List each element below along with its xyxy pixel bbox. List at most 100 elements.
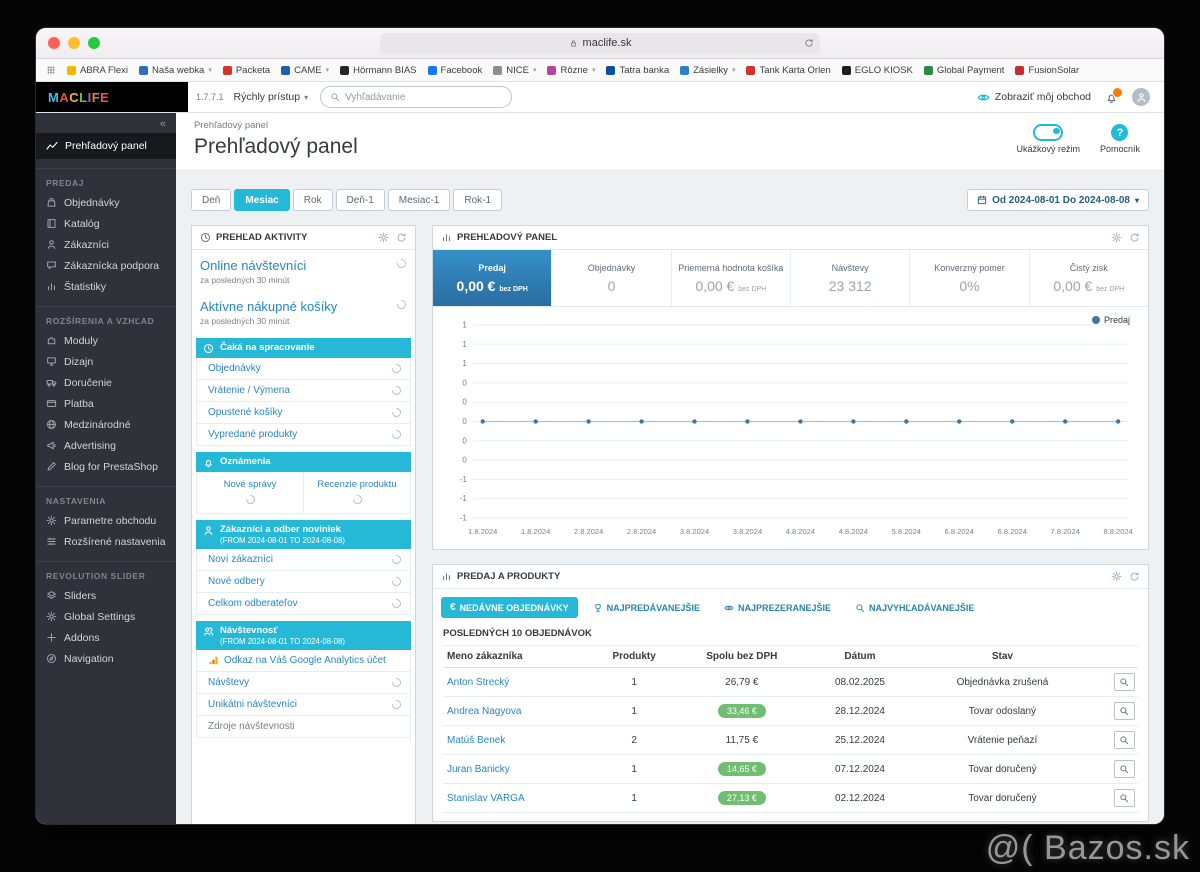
bookmark-item[interactable]: ABRA Flexi bbox=[67, 65, 128, 76]
online-visitors-link[interactable]: Online návštevníci za posledných 30 minú… bbox=[192, 250, 415, 291]
bookmark-item[interactable]: Facebook bbox=[427, 65, 482, 76]
activity-link[interactable]: Noví zákazníci bbox=[197, 549, 410, 571]
activity-link[interactable]: Celkom odberateľov bbox=[197, 593, 410, 614]
active-carts-link[interactable]: Aktívne nákupné košíky za posledných 30 … bbox=[192, 291, 415, 332]
sidebar-item[interactable]: Global Settings bbox=[36, 606, 176, 627]
sidebar-item[interactable]: Medzinárodné bbox=[36, 414, 176, 435]
range-button[interactable]: Deň bbox=[191, 189, 232, 211]
reload-icon[interactable] bbox=[804, 38, 814, 48]
panel-refresh-icon[interactable] bbox=[1129, 232, 1140, 243]
view-shop-link[interactable]: Zobraziť môj obchod bbox=[977, 91, 1091, 104]
sidebar-item[interactable]: Platba bbox=[36, 393, 176, 414]
sidebar-collapse-button[interactable]: « bbox=[36, 113, 176, 133]
sidebar-item[interactable]: Moduly bbox=[36, 330, 176, 351]
sidebar-item[interactable]: Addons bbox=[36, 627, 176, 648]
customer-link[interactable]: Juran Banicky bbox=[443, 764, 589, 775]
activity-link[interactable]: Objednávky bbox=[197, 358, 410, 380]
range-button[interactable]: Mesiac bbox=[234, 189, 290, 211]
bookmark-item[interactable]: Zásielky ▾ bbox=[680, 65, 735, 76]
activity-link[interactable]: Vypredané produkty bbox=[197, 424, 410, 445]
bookmark-item[interactable]: Global Payment bbox=[923, 65, 1004, 76]
view-order-button[interactable] bbox=[1113, 702, 1135, 720]
activity-link[interactable]: Vrátenie / Výmena bbox=[197, 380, 410, 402]
view-order-button[interactable] bbox=[1113, 789, 1135, 807]
range-button[interactable]: Deň-1 bbox=[335, 189, 385, 211]
activity-section-header[interactable]: Návštevnosť (FROM 2024-08-01 TO 2024-08-0… bbox=[196, 621, 411, 650]
bookmark-item[interactable]: FusionSolar bbox=[1015, 65, 1079, 76]
sidebar-item[interactable]: Katalóg bbox=[36, 213, 176, 234]
avatar[interactable] bbox=[1132, 88, 1150, 106]
activity-section-header[interactable]: Oznámenia bbox=[196, 452, 411, 472]
sidebar-item[interactable]: Dizajn bbox=[36, 351, 176, 372]
bookmark-item[interactable]: NICE ▾ bbox=[493, 65, 536, 76]
customer-link[interactable]: Anton Strecký bbox=[443, 677, 589, 688]
customer-link[interactable]: Andrea Nagyova bbox=[443, 706, 589, 717]
favorites-grid-icon[interactable] bbox=[46, 65, 56, 75]
bookmark-item[interactable]: Tatra banka bbox=[606, 65, 669, 76]
products-tab[interactable]: NAJPREZERANEJŠIE bbox=[715, 598, 840, 618]
sidebar-item[interactable]: Blog for PrestaShop bbox=[36, 456, 176, 477]
customer-link[interactable]: Matúš Benek bbox=[443, 735, 589, 746]
activity-link[interactable]: Recenzie produktu bbox=[303, 472, 410, 513]
quick-access-menu[interactable]: Rýchly prístup ▾ bbox=[234, 91, 309, 103]
sidebar-item[interactable]: Sliders bbox=[36, 585, 176, 606]
bookmark-item[interactable]: Tank Karta Orlen bbox=[746, 65, 831, 76]
kpi-box[interactable]: Priemerná hodnota košíka 0,00 € bez DPH bbox=[672, 250, 791, 306]
bookmark-item[interactable]: CAME ▾ bbox=[281, 65, 329, 76]
kpi-box[interactable]: Objednávky 0 bbox=[552, 250, 672, 306]
sidebar-item[interactable]: Objednávky bbox=[36, 192, 176, 213]
minimize-window-button[interactable] bbox=[68, 37, 80, 49]
activity-link[interactable]: Unikátni návštevníci bbox=[197, 694, 410, 716]
google-analytics-link[interactable]: Odkaz na Váš Google Analytics účet bbox=[197, 650, 410, 672]
panel-settings-icon[interactable] bbox=[1111, 571, 1122, 582]
sidebar-item[interactable]: Štatistiky bbox=[36, 276, 176, 297]
activity-link[interactable]: Opustené košíky bbox=[197, 402, 410, 424]
view-order-button[interactable] bbox=[1113, 673, 1135, 691]
panel-settings-icon[interactable] bbox=[378, 232, 389, 243]
sidebar-item[interactable]: Parametre obchodu bbox=[36, 510, 176, 531]
products-tab[interactable]: NAJVYHĽADÁVANEJŠIE bbox=[846, 598, 983, 618]
notifications-button[interactable] bbox=[1105, 86, 1123, 104]
kpi-box[interactable]: Návštevy 23 312 bbox=[791, 250, 911, 306]
range-button[interactable]: Rok bbox=[292, 189, 333, 211]
bookmark-item[interactable]: EGLO KIOSK bbox=[841, 65, 913, 76]
activity-section-header[interactable]: Zákazníci a odber noviniek (FROM 2024-08-… bbox=[196, 520, 411, 549]
sidebar-item[interactable]: Navigation bbox=[36, 648, 176, 669]
date-range-picker[interactable]: Od 2024-08-01 Do 2024-08-08 ▾ bbox=[967, 189, 1149, 211]
sidebar-item[interactable]: Rozšírené nastavenia bbox=[36, 531, 176, 552]
activity-section-header[interactable]: Čaká na spracovanie bbox=[196, 338, 411, 358]
bookmark-item[interactable]: Rôzne ▾ bbox=[547, 65, 595, 76]
products-tab[interactable]: € NEDÁVNE OBJEDNÁVKY bbox=[441, 597, 578, 618]
panel-refresh-icon[interactable] bbox=[1129, 571, 1140, 582]
bookmark-item[interactable]: Packeta bbox=[222, 65, 270, 76]
products-tab[interactable]: NAJPREDÁVANEJŠIE bbox=[584, 598, 709, 618]
range-button[interactable]: Rok-1 bbox=[453, 189, 503, 211]
kpi-box[interactable]: Predaj 0,00 € bez DPH bbox=[433, 250, 553, 306]
bookmark-item[interactable]: Hörmann BIAS bbox=[340, 65, 417, 76]
customer-link[interactable]: Stanislav VARGA bbox=[443, 793, 589, 804]
demo-mode-toggle[interactable]: Ukážkový režim bbox=[1016, 124, 1080, 154]
sidebar-item[interactable]: Zákaznícka podpora bbox=[36, 255, 176, 276]
panel-settings-icon[interactable] bbox=[1111, 232, 1122, 243]
activity-link[interactable]: Nové odbery bbox=[197, 571, 410, 593]
activity-rows: Odkaz na Váš Google Analytics účet Návšte… bbox=[196, 650, 411, 738]
admin-search-input[interactable]: Vyhľadávanie bbox=[320, 86, 513, 108]
close-window-button[interactable] bbox=[48, 37, 60, 49]
sidebar-item[interactable]: Doručenie bbox=[36, 372, 176, 393]
help-button[interactable]: ? Pomocník bbox=[1100, 124, 1140, 154]
kpi-box[interactable]: Čistý zisk 0,00 € bez DPH bbox=[1030, 250, 1148, 306]
activity-link[interactable]: Návštevy bbox=[197, 672, 410, 694]
bookmark-item[interactable]: Naša webka ▾ bbox=[139, 65, 212, 76]
sidebar-item[interactable]: Zákazníci bbox=[36, 234, 176, 255]
range-button[interactable]: Mesiac-1 bbox=[387, 189, 451, 211]
kpi-box[interactable]: Konverzný pomer 0% bbox=[910, 250, 1030, 306]
zoom-window-button[interactable] bbox=[88, 37, 100, 49]
view-order-button[interactable] bbox=[1113, 731, 1135, 749]
shop-logo[interactable]: MACLIFE bbox=[36, 82, 188, 112]
activity-link[interactable]: Nové správy bbox=[197, 472, 303, 513]
view-order-button[interactable] bbox=[1113, 760, 1135, 778]
sidebar-item-dashboard[interactable]: Prehľadový panel bbox=[36, 133, 176, 159]
sidebar-item[interactable]: Advertising bbox=[36, 435, 176, 456]
panel-refresh-icon[interactable] bbox=[396, 232, 407, 243]
address-bar[interactable]: maclife.sk bbox=[380, 33, 820, 53]
